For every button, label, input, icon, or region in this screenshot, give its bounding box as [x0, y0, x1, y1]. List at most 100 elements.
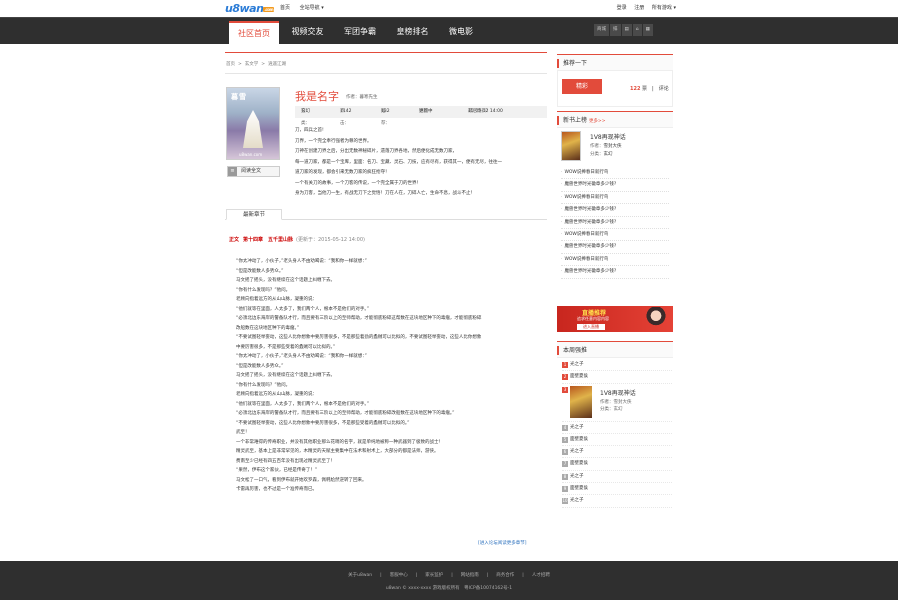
- footer-copyright: u8wan © xxxx-xxxx 游戏版权所有 粤ICP备10074162号-…: [385, 586, 513, 591]
- nav-item-video[interactable]: 视频交友: [285, 18, 330, 45]
- read-more-link[interactable]: [进入论坛阅读更多章节]: [478, 540, 527, 546]
- enter-live-button[interactable]: 进入直播: [577, 324, 605, 330]
- list-item[interactable]: 9 面壁夏侯: [562, 483, 672, 496]
- list-item[interactable]: WOW说捧春日就行鸟: [561, 192, 669, 205]
- footer-link-parent[interactable]: 家长监护: [425, 573, 443, 578]
- footer-link-business[interactable]: 商务合作: [496, 573, 514, 578]
- content-paragraph: 老顾向指着远方的从山山脉，凝重的说：: [236, 297, 317, 302]
- comment-link[interactable]: 评论: [659, 86, 669, 92]
- list-icon[interactable]: ▤: [621, 24, 632, 36]
- footer-links: 关于u8wan | 客服中心 | 家长监护 | 网站指南 | 商务合作 | 人才招聘: [348, 573, 550, 578]
- footer-link-about[interactable]: 关于u8wan: [348, 573, 372, 578]
- home-icon[interactable]: ⌂: [632, 24, 642, 36]
- list-item[interactable]: 8 光之子: [562, 471, 672, 484]
- top-nav: 首页 全站导航 ▾: [280, 4, 332, 11]
- nav-item-ranking[interactable]: 皇榜排名: [390, 18, 435, 45]
- footer-link-service[interactable]: 客服中心: [390, 573, 408, 578]
- content-paragraph: “不要试图轻举妄动，这些人比你想象中要厉害很多，不是那些受着的蟊贼可以比拟的。”: [236, 420, 410, 426]
- list-item[interactable]: 10 光之子: [562, 495, 672, 508]
- list-item[interactable]: 4 光之子: [562, 422, 672, 434]
- content-paragraph: 中要厉害很多，不是那些受着的蟊贼可以比拟的。”: [236, 344, 336, 350]
- new-book-title[interactable]: 1V8再现神话: [590, 132, 626, 141]
- book-info-bar: 分类： 玄幻 点击： 1142 推荐： 132 进程： 更新中 最后更新： 15-05-1…: [295, 106, 547, 126]
- content-paragraph: 马文摇了摇头，没有继续在这个话题上纠缠下去。: [236, 278, 335, 283]
- list-item[interactable]: 2 面壁夏侯: [562, 371, 672, 384]
- list-item[interactable]: 7 面壁夏侯: [562, 458, 672, 471]
- content-paragraph: 武至！: [236, 430, 250, 435]
- weekly-featured[interactable]: 3 1V8再现神话 作者：雪封大侠 分类：玄幻: [562, 384, 672, 422]
- content-paragraph: “必须北边东海岸的警备队才行，而且要有三阶以上的至师帮助，才能彻底粉碎改船数在这…: [236, 411, 455, 416]
- content-paragraph: “必须北边东海岸的警备队才行，而且要有三阶以上的至师帮助，才能彻底粉碎这帮数在这…: [236, 316, 482, 321]
- breadcrumb-home[interactable]: 首页: [226, 62, 235, 67]
- read-full-button[interactable]: ≡ 阅读全文: [227, 166, 280, 177]
- weekly-title: 本周强推: [563, 347, 588, 354]
- list-item[interactable]: WOW说捧春日就行鸟: [561, 229, 669, 242]
- recommend-box: 推荐一下 精彩 122 票 | 评论: [557, 54, 673, 107]
- streamer-avatar: [643, 307, 669, 332]
- content-paragraph: “你太冲动了，小伙子，”老头身人不由劝喝说：“我和你一样就想：”: [236, 259, 367, 264]
- content-paragraph: “但是改能数人多势众。”: [236, 268, 284, 274]
- book-cover[interactable]: 暮雪 u8wan.com: [226, 87, 280, 160]
- login-link[interactable]: 登录: [617, 5, 627, 11]
- list-item[interactable]: 魔兽世界时光徽章多少钱?: [561, 217, 669, 229]
- all-games-link[interactable]: 所有游戏 ▾: [652, 5, 676, 11]
- top-account: 登录 注册 所有游戏 ▾: [611, 4, 676, 11]
- list-item[interactable]: WOW说捧春日就行鸟: [561, 254, 669, 267]
- nav-item-movie[interactable]: 微电影: [441, 18, 481, 45]
- content-paragraph: “不要试图轻举妄动，这些人比你想象中要厉害很多，不是那些着劲的蟊贼可以比拟的，不…: [236, 335, 482, 340]
- content-paragraph: 精灵武至，基本上是非常罕见的，木精灵的天赋主要集中在法术和射术上，大部分的都是法…: [236, 449, 439, 454]
- content-paragraph: 马文摇了摇头，没有继续在这个话题上纠缠下去。: [236, 373, 335, 378]
- list-item[interactable]: 魔兽世界时光徽章多少钱?: [561, 241, 669, 254]
- content-paragraph: 费南至少已经有四五百年没有出现过精灵武至了！: [236, 458, 335, 464]
- shop-button[interactable]: 商城: [594, 24, 609, 36]
- content-paragraph: “果然，伊布这个家伙，已经是传奇了！”: [236, 468, 318, 473]
- list-item[interactable]: 6 光之子: [562, 446, 672, 459]
- breadcrumb: 首页 > 玄文学 > 逍遥江湖: [226, 62, 287, 67]
- content-paragraph: “你有什么发现吗？”他问。: [236, 287, 291, 293]
- book-author: 作者：暮寒先生: [346, 95, 378, 100]
- content-paragraph: 一个非常难得的传奇职业，并没有其他职业那么花哨的名字，就是单纯地被称一种武器到了…: [236, 439, 443, 445]
- tab-latest-chapters[interactable]: 最新章节: [226, 209, 282, 220]
- content-paragraph: “他们就等在里面，人太多了，我们两个人，根本不是他们的对手。”: [236, 401, 369, 407]
- footer-link-guide[interactable]: 网站指南: [461, 573, 479, 578]
- breadcrumb-category[interactable]: 玄文学: [245, 62, 259, 67]
- latest-chapter: 正文 第十四章 五千里山脉 (更新于：2015-05-12 14:00): [229, 237, 365, 243]
- list-item[interactable]: 魔兽世界时光徽章多少钱?: [561, 179, 669, 192]
- footer-link-jobs[interactable]: 人才招聘: [532, 573, 550, 578]
- top-link-home[interactable]: 首页: [280, 5, 290, 11]
- nav-item-community[interactable]: 社区首页: [229, 21, 279, 45]
- book-icon: ≡: [228, 167, 237, 176]
- site-logo[interactable]: u8wan.com: [225, 2, 275, 15]
- weekly-featured-cover[interactable]: [570, 385, 592, 418]
- footer: 关于u8wan | 客服中心 | 家长监护 | 网站指南 | 商务合作 | 人才招聘 u8wan ©…: [0, 561, 898, 600]
- book-description: 刀，四兵之首! 刀界，一个完全奉行强者为尊的世界。 刀神在创建刀界之后，分出无数神秘…: [295, 128, 502, 196]
- register-link[interactable]: 注册: [634, 5, 644, 11]
- recommend-title: 推荐一下: [563, 60, 588, 67]
- list-item[interactable]: 魔兽世界时光徽章多少钱?: [561, 204, 669, 217]
- list-item[interactable]: 1 光之子: [562, 359, 672, 372]
- list-item[interactable]: 魔兽世界时光徽章多少钱?: [561, 266, 669, 279]
- vote-count: 122: [630, 86, 641, 92]
- grid-icon[interactable]: ▦: [642, 24, 653, 36]
- list-item[interactable]: 5 面壁夏侯: [562, 434, 672, 447]
- new-books-title: 新书上榜: [563, 117, 588, 124]
- nav-item-legion[interactable]: 军团争霸: [336, 18, 384, 45]
- nav-tools: 商城 排 ▤ ⌂ ▦: [594, 24, 654, 37]
- top-link-sitemap[interactable]: 全站导航 ▾: [300, 5, 324, 11]
- list-item[interactable]: WOW说捧春日就行鸟: [561, 167, 669, 180]
- new-books-more[interactable]: 更多>>: [589, 119, 606, 124]
- live-ad-banner[interactable]: 直播推荐 追求任意内容内容 进入直播: [557, 306, 673, 332]
- chapter-content: “你太冲动了，小伙子，”老头身人不由劝喝说：“我和你一样就想：” “但是改能数人多…: [236, 257, 546, 495]
- content-paragraph: “你太冲动了，小伙子，”老头身人不由劝喝说：“我和你一样就想：”: [236, 354, 367, 359]
- rank-button[interactable]: 排: [610, 24, 621, 36]
- content-paragraph: 老顾向指着远方的从山山脉，凝重的说：: [236, 392, 317, 397]
- top-bar: u8wan.com 首页 全站导航 ▾ 登录 注册 所有游戏 ▾: [0, 0, 898, 16]
- new-book-cover[interactable]: [561, 131, 581, 161]
- book-title: 我是名字: [295, 90, 339, 103]
- recommend-button[interactable]: 精彩: [562, 79, 602, 94]
- content-paragraph: 马文松了一口气，看到伊布就开始欢罗森，佩韩尬然逆转了回来。: [236, 477, 367, 483]
- section-divider: [225, 52, 547, 53]
- new-books-box: 新书上榜 更多>> 1V8再现神话 作者：雪封大侠 分类：玄幻 WOW说捧春日就…: [557, 111, 673, 301]
- weekly-list: 1 光之子 2 面壁夏侯 3 1V8再现神话 作者：雪封大侠 分类：玄幻 4 光之子 5…: [562, 359, 672, 508]
- latest-chapter-link[interactable]: 第十四章 五千里山脉: [243, 237, 293, 243]
